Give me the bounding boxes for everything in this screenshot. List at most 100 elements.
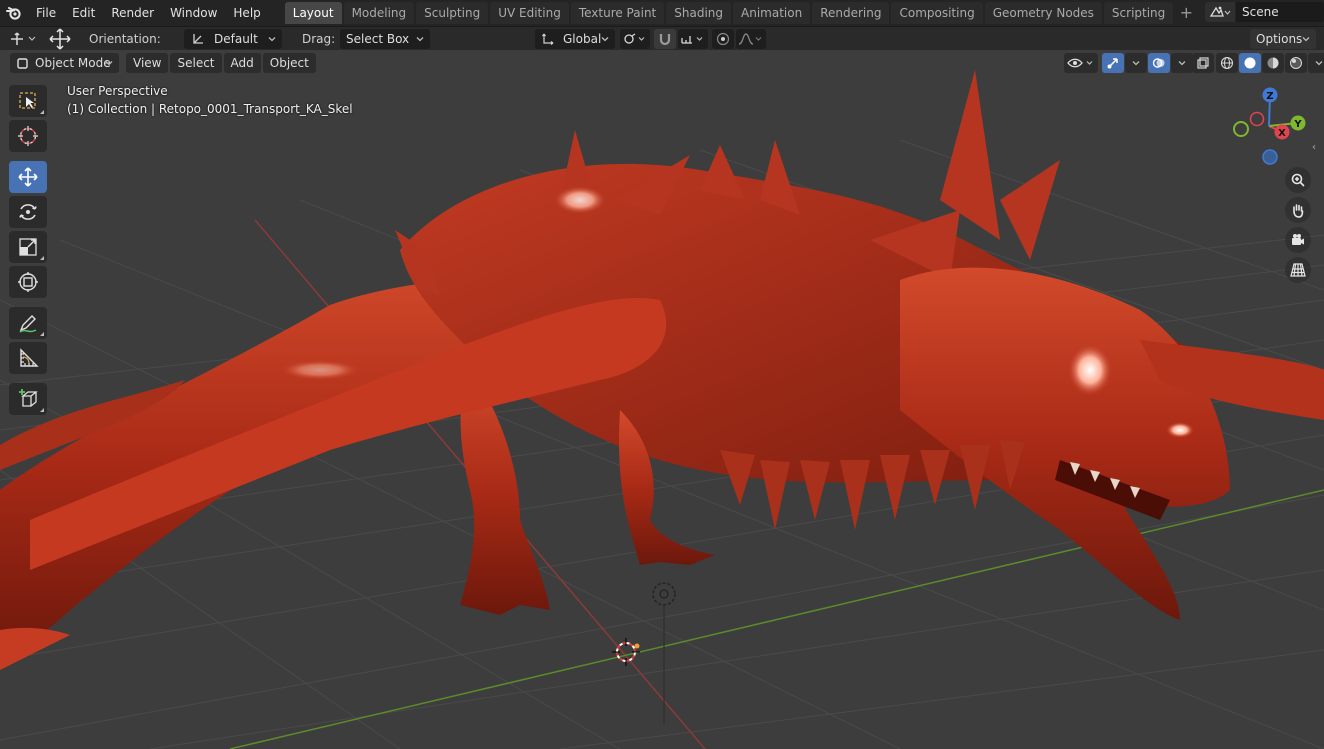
camera-icon xyxy=(1292,234,1304,245)
tool-add-cube[interactable] xyxy=(9,383,47,415)
grid-perspective-icon xyxy=(1290,263,1306,277)
xray-icon xyxy=(1197,57,1209,69)
rotate-icon xyxy=(19,204,37,220)
scene-name-field[interactable]: Scene xyxy=(1236,2,1324,22)
tab-modeling[interactable]: Modeling xyxy=(343,2,415,24)
material-sphere-icon xyxy=(1267,57,1279,69)
chevron-down-icon xyxy=(105,61,113,66)
tab-shading[interactable]: Shading xyxy=(666,2,731,24)
wireframe-sphere-icon xyxy=(1220,56,1234,70)
axes-icon xyxy=(542,33,554,45)
pivot-point-button[interactable] xyxy=(620,29,650,49)
orientation-value: Default xyxy=(214,32,258,46)
gizmo-z-label: Z xyxy=(1266,91,1273,102)
menu-file[interactable]: File xyxy=(28,2,64,24)
blender-logo-icon[interactable] xyxy=(0,0,28,26)
transform-orientation-dropdown[interactable]: Global xyxy=(535,29,615,49)
select-menu[interactable]: Select xyxy=(170,53,222,73)
tab-layout[interactable]: Layout xyxy=(284,2,342,24)
tool-shelf xyxy=(9,85,49,418)
tab-compositing[interactable]: Compositing xyxy=(891,2,983,24)
chevron-down-icon xyxy=(416,37,424,42)
gizmo-neg-x xyxy=(1249,111,1265,127)
navigation-gizmo[interactable]: X Y Z xyxy=(1226,84,1312,168)
visibility-dropdown[interactable] xyxy=(1064,53,1098,73)
options-dropdown[interactable]: Options xyxy=(1250,29,1316,49)
add-menu[interactable]: Add xyxy=(223,53,261,73)
falloff-curve-icon xyxy=(738,33,762,45)
tab-animation[interactable]: Animation xyxy=(733,2,811,24)
overlays-options-dropdown[interactable] xyxy=(1171,53,1193,73)
tab-rendering[interactable]: Rendering xyxy=(812,2,890,24)
tab-geometry-nodes[interactable]: Geometry Nodes xyxy=(984,2,1102,24)
tab-uv-editing[interactable]: UV Editing xyxy=(490,2,569,24)
scale-icon xyxy=(19,238,37,256)
tool-cursor[interactable] xyxy=(9,120,47,152)
tool-header: Orientation: Default Drag: Select Box Gl… xyxy=(0,26,1324,50)
menu-render[interactable]: Render xyxy=(103,2,162,24)
mode-dropdown[interactable]: Object Mode xyxy=(10,53,119,73)
shading-options-dropdown[interactable] xyxy=(1308,53,1324,73)
tab-sculpting[interactable]: Sculpting xyxy=(416,2,489,24)
camera-view-button[interactable] xyxy=(1285,227,1311,253)
top-bar: File Edit Render Window Help Layout Mode… xyxy=(0,0,1324,26)
object-menu[interactable]: Object xyxy=(262,53,316,73)
chevron-down-icon xyxy=(268,37,276,42)
tool-settings-button[interactable] xyxy=(8,29,40,49)
select-box-icon xyxy=(19,92,36,109)
drag-dropdown[interactable]: Select Box xyxy=(340,29,430,49)
gizmo-options-dropdown[interactable] xyxy=(1125,53,1147,73)
scene-browse-button[interactable] xyxy=(1205,2,1235,22)
tool-scale[interactable] xyxy=(9,231,47,263)
snap-toggle[interactable] xyxy=(654,29,676,49)
object-mode-icon xyxy=(17,57,28,69)
zoom-icon xyxy=(1291,173,1305,187)
3d-viewport[interactable]: User Perspective (1) Collection | Retopo… xyxy=(0,50,1324,749)
toggle-perspective-button[interactable] xyxy=(1285,257,1311,283)
tool-move[interactable] xyxy=(9,161,47,193)
tool-annotate[interactable] xyxy=(9,307,47,339)
shading-solid-button[interactable] xyxy=(1239,53,1261,73)
eye-icon xyxy=(1067,58,1093,68)
pan-view-button[interactable] xyxy=(1285,197,1311,223)
tab-texture-paint[interactable]: Texture Paint xyxy=(570,2,665,24)
tool-measure[interactable] xyxy=(9,342,47,374)
cursor-icon xyxy=(18,126,38,146)
chevron-down-icon xyxy=(1178,61,1186,66)
add-workspace-button[interactable]: + xyxy=(1175,2,1197,24)
snap-increment-icon xyxy=(681,36,703,44)
menu-help[interactable]: Help xyxy=(225,2,268,24)
menu-edit[interactable]: Edit xyxy=(64,2,103,24)
overlays-toggle[interactable] xyxy=(1148,53,1170,73)
options-label: Options xyxy=(1256,32,1303,46)
object-origin-marker xyxy=(652,582,676,724)
proportional-falloff-dropdown[interactable] xyxy=(736,29,766,49)
orientation-dropdown[interactable]: Default xyxy=(184,29,282,49)
snap-target-dropdown[interactable] xyxy=(678,29,708,49)
menu-window[interactable]: Window xyxy=(162,2,225,24)
sidebar-toggle-icon[interactable]: ‹ xyxy=(1312,142,1322,156)
gizmo-icon xyxy=(1107,58,1118,69)
move-gizmo-icon[interactable] xyxy=(46,28,74,50)
hand-icon xyxy=(1293,204,1304,218)
3d-cursor xyxy=(612,638,640,666)
view-menu[interactable]: View xyxy=(126,53,169,73)
xray-toggle[interactable] xyxy=(1192,53,1214,73)
shading-wireframe-button[interactable] xyxy=(1216,53,1238,73)
tab-scripting[interactable]: Scripting xyxy=(1103,2,1174,24)
add-cube-icon xyxy=(19,389,38,407)
dragon-head xyxy=(900,267,1230,620)
shading-material-button[interactable] xyxy=(1262,53,1284,73)
viewport-collection-label: (1) Collection | Retopo_0001_Transport_K… xyxy=(67,102,353,116)
shading-rendered-button[interactable] xyxy=(1285,53,1307,73)
tool-rotate[interactable] xyxy=(9,196,47,228)
proportional-editing-toggle[interactable] xyxy=(712,29,734,49)
zoom-view-button[interactable] xyxy=(1285,167,1311,193)
scene-selector: Scene xyxy=(1205,2,1324,22)
tool-select-box[interactable] xyxy=(9,85,47,117)
viewport-scene xyxy=(0,70,1324,749)
orientation-label: Orientation: xyxy=(89,32,161,46)
tool-transform[interactable] xyxy=(9,266,47,298)
gizmo-toggle[interactable] xyxy=(1102,53,1124,73)
chevron-down-icon xyxy=(1132,61,1140,66)
